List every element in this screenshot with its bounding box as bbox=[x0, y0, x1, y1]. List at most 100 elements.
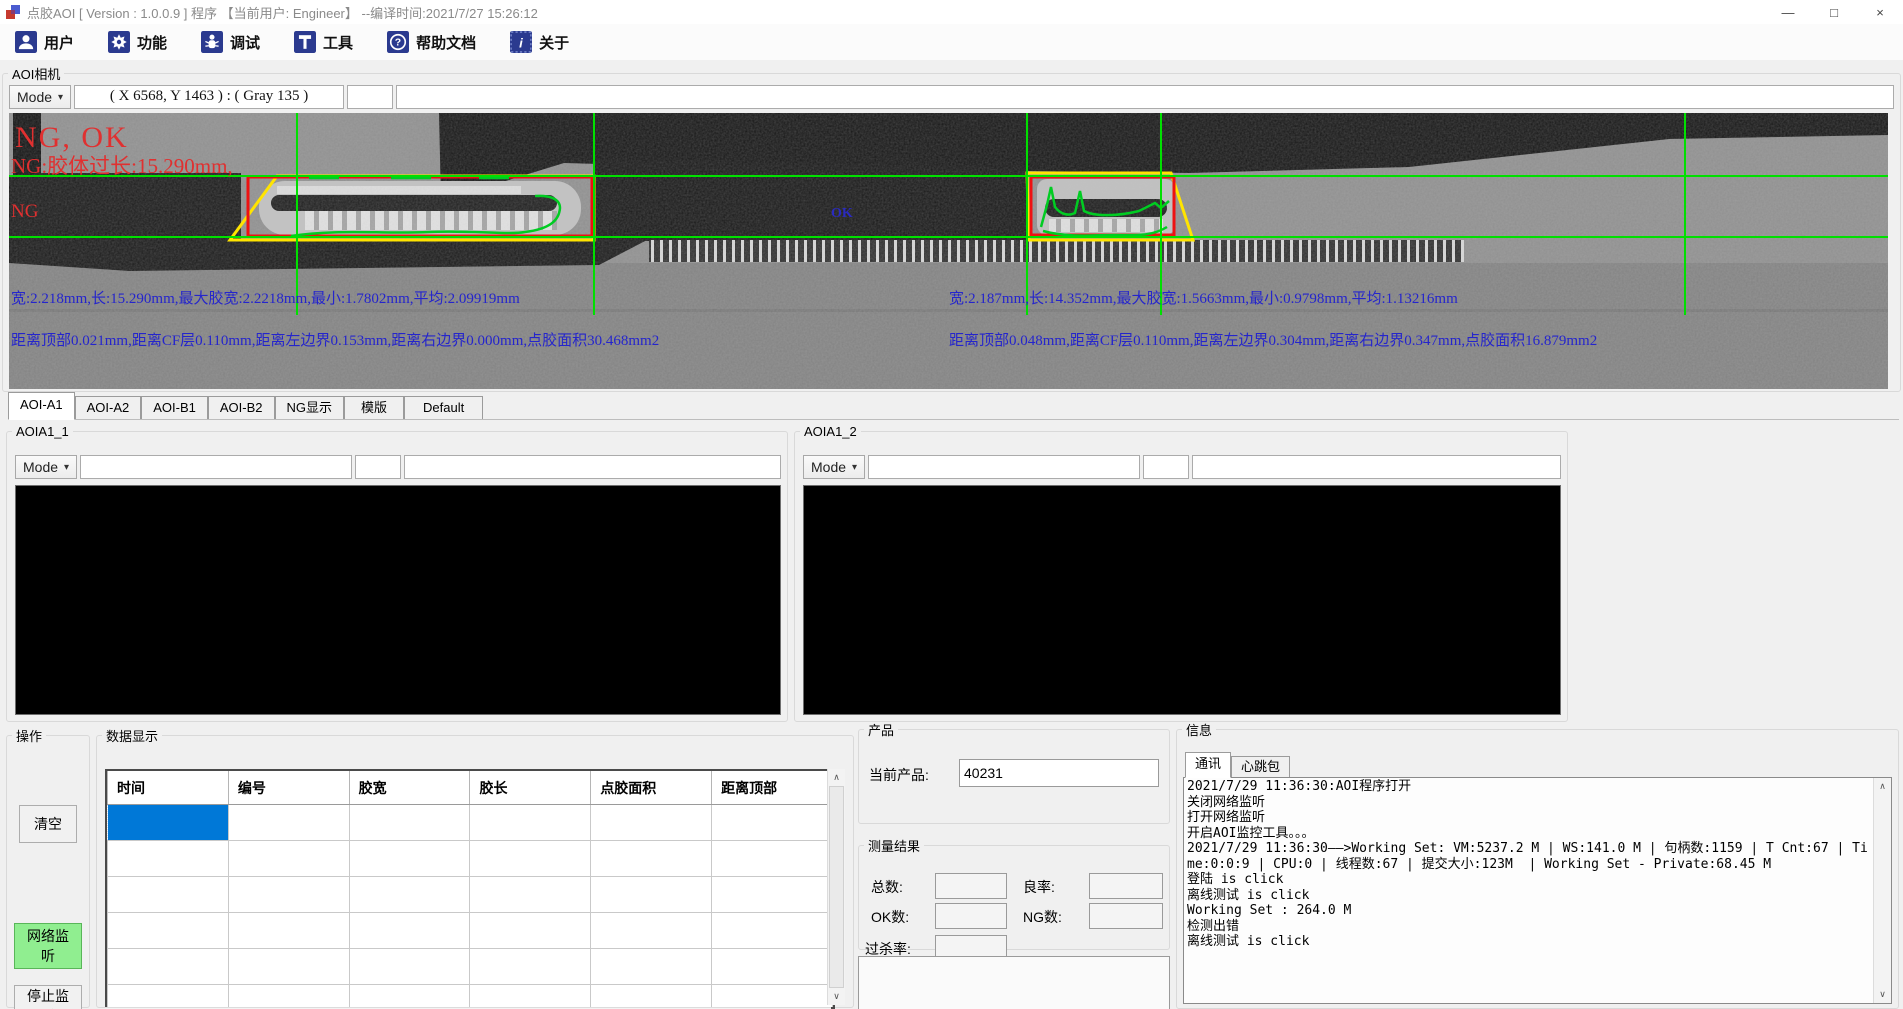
clear-button[interactable]: 清空 bbox=[19, 805, 77, 843]
column-header[interactable]: 点胶面积 bbox=[591, 771, 712, 805]
tab-aoi-a1[interactable]: AOI-A1 bbox=[8, 392, 75, 420]
info-icon: i bbox=[510, 31, 532, 53]
scrollbar-thumb[interactable] bbox=[829, 786, 844, 988]
minimize-button[interactable]: — bbox=[1765, 0, 1811, 24]
table-cell[interactable] bbox=[228, 805, 349, 841]
current-product-input[interactable] bbox=[959, 759, 1159, 787]
yield-label: 良率: bbox=[1023, 877, 1055, 897]
tab-aoi-a2[interactable]: AOI-A2 bbox=[75, 396, 142, 419]
table-cell[interactable] bbox=[470, 841, 591, 877]
table-cell[interactable] bbox=[228, 877, 349, 913]
table-cell[interactable] bbox=[108, 805, 229, 841]
table-cell[interactable] bbox=[470, 877, 591, 913]
table-cell[interactable] bbox=[591, 913, 712, 949]
table-cell[interactable] bbox=[108, 985, 229, 1009]
table-cell[interactable] bbox=[228, 913, 349, 949]
tab-template[interactable]: 模版 bbox=[344, 396, 404, 419]
tab-aoi-b2[interactable]: AOI-B2 bbox=[208, 396, 275, 419]
table-cell[interactable] bbox=[108, 877, 229, 913]
table-cell[interactable] bbox=[591, 949, 712, 985]
app-icon bbox=[5, 4, 21, 20]
close-button[interactable]: × bbox=[1857, 0, 1903, 24]
table-cell[interactable] bbox=[470, 985, 591, 1009]
table-row bbox=[108, 841, 833, 877]
network-listen-button[interactable]: 网络监听 bbox=[14, 923, 82, 969]
mode-label: Mode bbox=[811, 459, 846, 475]
column-header[interactable]: 胶长 bbox=[470, 771, 591, 805]
toolbar-button-tools[interactable]: 工具 bbox=[291, 29, 356, 55]
column-header[interactable]: 编号 bbox=[228, 771, 349, 805]
hammer-icon bbox=[294, 31, 316, 53]
table-cell[interactable] bbox=[591, 985, 712, 1009]
toolbar-button-user[interactable]: 用户 bbox=[12, 29, 77, 55]
stop-listen-button[interactable]: 停止监听 bbox=[14, 985, 82, 1009]
comm-log-box: 2021/7/29 11:36:30:AOI程序打开 关闭网络监听 打开网络监听… bbox=[1183, 777, 1892, 1004]
column-header[interactable]: 时间 bbox=[108, 771, 229, 805]
table-cell[interactable] bbox=[591, 805, 712, 841]
tab-heartbeat[interactable]: 心跳包 bbox=[1231, 756, 1290, 777]
table-cell[interactable] bbox=[591, 877, 712, 913]
table-cell[interactable] bbox=[349, 985, 470, 1009]
table-cell[interactable] bbox=[712, 841, 833, 877]
table-row bbox=[108, 877, 833, 913]
table-cell[interactable] bbox=[108, 913, 229, 949]
tab-default[interactable]: Default bbox=[404, 396, 483, 419]
camera-view[interactable]: NG, OK NG:胶体过长:15.290mm, NG OK 宽:2.218mm… bbox=[9, 113, 1888, 389]
toolbar-button-functions[interactable]: 功能 bbox=[105, 29, 170, 55]
maximize-button[interactable]: □ bbox=[1811, 0, 1857, 24]
toolbar-label: 帮助文档 bbox=[416, 32, 476, 53]
table-cell[interactable] bbox=[349, 877, 470, 913]
table-cell[interactable] bbox=[470, 913, 591, 949]
log-vertical-scrollbar[interactable]: ∧ ∨ bbox=[1873, 778, 1891, 1003]
info-tab-strip: 通讯 心跳包 bbox=[1185, 753, 1290, 777]
table-cell[interactable] bbox=[349, 949, 470, 985]
table-vertical-scrollbar[interactable]: ∧ ∨ bbox=[827, 769, 845, 1005]
toolbar-button-help[interactable]: ? 帮助文档 bbox=[384, 29, 479, 55]
column-header[interactable]: 胶宽 bbox=[349, 771, 470, 805]
table-cell[interactable] bbox=[712, 949, 833, 985]
tab-comm[interactable]: 通讯 bbox=[1185, 752, 1231, 778]
table-cell[interactable] bbox=[228, 949, 349, 985]
table-cell[interactable] bbox=[470, 805, 591, 841]
camera-mode-dropdown[interactable]: Mode ▾ bbox=[9, 85, 71, 109]
table-cell[interactable] bbox=[712, 877, 833, 913]
scroll-down-icon[interactable]: ∨ bbox=[1874, 986, 1891, 1003]
table-cell[interactable] bbox=[470, 949, 591, 985]
toolbar-button-debug[interactable]: 调试 bbox=[198, 29, 263, 55]
toolbar-button-about[interactable]: i 关于 bbox=[507, 29, 572, 55]
scroll-up-icon[interactable]: ∧ bbox=[1874, 778, 1891, 795]
window-title: 点胶AOI [ Version : 1.0.0.9 ] 程序 【当前用户: En… bbox=[27, 3, 538, 22]
column-header[interactable]: 距离顶部 bbox=[712, 771, 833, 805]
ng-label-text: NG bbox=[11, 201, 39, 222]
scroll-up-icon[interactable]: ∧ bbox=[828, 769, 845, 786]
table-cell[interactable] bbox=[712, 985, 833, 1009]
data-display-group: 数据显示 时间编号胶宽胶长点胶面积距离顶部 ∧ ∨ ◄ bbox=[96, 726, 854, 1008]
camera-group: AOI相机 Mode ▾ ( X 6568, Y 1463 ) : ( Gray… bbox=[2, 64, 1901, 392]
product-group-label: 产品 bbox=[864, 720, 898, 739]
table-cell[interactable] bbox=[108, 841, 229, 877]
panel-right-mode-dropdown[interactable]: Mode ▾ bbox=[803, 455, 865, 479]
table-cell[interactable] bbox=[712, 913, 833, 949]
table-cell[interactable] bbox=[228, 985, 349, 1009]
operations-group-label: 操作 bbox=[12, 726, 46, 745]
table-cell[interactable] bbox=[228, 841, 349, 877]
user-icon bbox=[15, 31, 37, 53]
panel-left-mode-dropdown[interactable]: Mode ▾ bbox=[15, 455, 77, 479]
yield-value bbox=[1089, 873, 1163, 899]
comm-log[interactable]: 2021/7/29 11:36:30:AOI程序打开 关闭网络监听 打开网络监听… bbox=[1187, 779, 1871, 1002]
gear-icon bbox=[108, 31, 130, 53]
tab-ng-display[interactable]: NG显示 bbox=[275, 396, 345, 419]
scroll-down-icon[interactable]: ∨ bbox=[828, 988, 845, 1005]
table-cell[interactable] bbox=[591, 841, 712, 877]
panel-left-display[interactable] bbox=[15, 485, 781, 715]
panel-right-status-field bbox=[1143, 455, 1189, 479]
tab-aoi-b1[interactable]: AOI-B1 bbox=[141, 396, 208, 419]
chevron-down-icon: ▾ bbox=[64, 462, 69, 473]
ok-label-text: OK bbox=[831, 206, 853, 221]
table-cell[interactable] bbox=[349, 841, 470, 877]
table-cell[interactable] bbox=[349, 805, 470, 841]
table-cell[interactable] bbox=[108, 949, 229, 985]
table-cell[interactable] bbox=[349, 913, 470, 949]
table-cell[interactable] bbox=[712, 805, 833, 841]
panel-right-display[interactable] bbox=[803, 485, 1561, 715]
